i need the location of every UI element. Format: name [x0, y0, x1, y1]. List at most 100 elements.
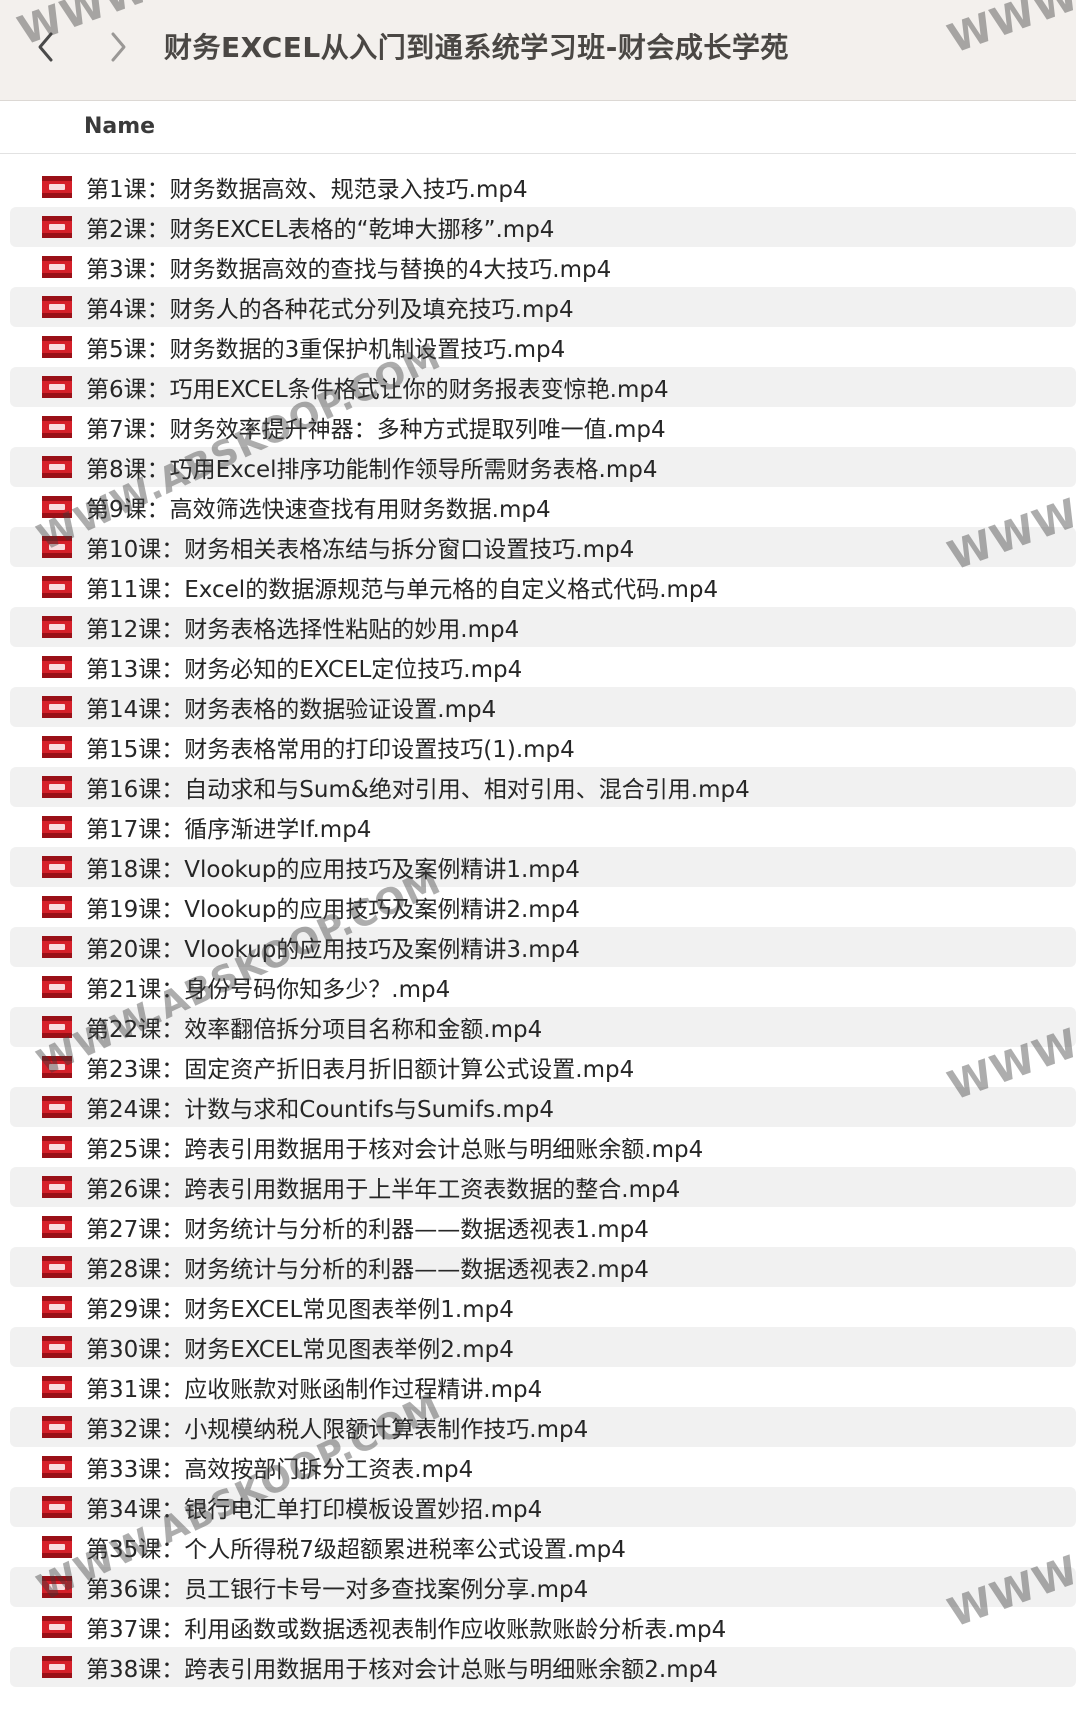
file-row[interactable]: 第32课：小规模纳税人限额计算表制作技巧.mp4	[10, 1407, 1076, 1447]
file-row[interactable]: 第26课：跨表引用数据用于上半年工资表数据的整合.mp4	[10, 1167, 1076, 1207]
column-header: Name	[0, 101, 1076, 154]
video-file-icon	[42, 856, 72, 878]
video-file-icon	[42, 1616, 72, 1638]
file-name: 第5课：财务数据的3重保护机制设置技巧.mp4	[86, 337, 566, 363]
file-row[interactable]: 第38课：跨表引用数据用于核对会计总账与明细账余额2.mp4	[10, 1647, 1076, 1687]
file-row[interactable]: 第21课：身份号码你知多少？.mp4	[10, 967, 1076, 1007]
video-file-icon	[42, 216, 72, 238]
file-row[interactable]: 第2课：财务EXCEL表格的“乾坤大挪移”.mp4	[10, 207, 1076, 247]
file-row[interactable]: 第5课：财务数据的3重保护机制设置技巧.mp4	[10, 327, 1076, 367]
video-file-icon	[42, 1456, 72, 1478]
file-row[interactable]: 第19课：Vlookup的应用技巧及案例精讲2.mp4	[10, 887, 1076, 927]
video-file-icon	[42, 496, 72, 518]
file-row[interactable]: 第29课：财务EXCEL常见图表举例1.mp4	[10, 1287, 1076, 1327]
video-file-icon	[42, 1536, 72, 1558]
file-name: 第26课：跨表引用数据用于上半年工资表数据的整合.mp4	[86, 1177, 681, 1203]
video-file-icon	[42, 1096, 72, 1118]
file-row[interactable]: 第14课：财务表格的数据验证设置.mp4	[10, 687, 1076, 727]
file-name: 第16课：自动求和与Sum&绝对引用、相对引用、混合引用.mp4	[86, 777, 750, 803]
file-name: 第33课：高效按部门拆分工资表.mp4	[86, 1457, 474, 1483]
file-name: 第8课：巧用Excel排序功能制作领导所需财务表格.mp4	[86, 457, 658, 483]
file-name: 第28课：财务统计与分析的利器——数据透视表2.mp4	[86, 1257, 649, 1283]
file-row[interactable]: 第20课：Vlookup的应用技巧及案例精讲3.mp4	[10, 927, 1076, 967]
video-file-icon	[42, 536, 72, 558]
name-column-header[interactable]: Name	[84, 114, 155, 139]
file-name: 第14课：财务表格的数据验证设置.mp4	[86, 697, 497, 723]
file-list: 第1课：财务数据高效、规范录入技巧.mp4 第2课：财务EXCEL表格的“乾坤大挪…	[0, 167, 1076, 1687]
video-file-icon	[42, 1496, 72, 1518]
file-name: 第1课：财务数据高效、规范录入技巧.mp4	[86, 177, 528, 203]
file-row[interactable]: 第13课：财务必知的EXCEL定位技巧.mp4	[10, 647, 1076, 687]
file-name: 第13课：财务必知的EXCEL定位技巧.mp4	[86, 657, 523, 683]
file-name: 第6课：巧用EXCEL条件格式让你的财务报表变惊艳.mp4	[86, 377, 669, 403]
file-name: 第10课：财务相关表格冻结与拆分窗口设置技巧.mp4	[86, 537, 635, 563]
file-name: 第31课：应收账款对账函制作过程精讲.mp4	[86, 1377, 543, 1403]
file-row[interactable]: 第8课：巧用Excel排序功能制作领导所需财务表格.mp4	[10, 447, 1076, 487]
file-row[interactable]: 第11课：Excel的数据源规范与单元格的自定义格式代码.mp4	[10, 567, 1076, 607]
video-file-icon	[42, 256, 72, 278]
video-file-icon	[42, 1376, 72, 1398]
video-file-icon	[42, 736, 72, 758]
video-file-icon	[42, 776, 72, 798]
video-file-icon	[42, 376, 72, 398]
video-file-icon	[42, 616, 72, 638]
file-name: 第35课：个人所得税7级超额累进税率公式设置.mp4	[86, 1537, 626, 1563]
file-row[interactable]: 第17课：循序渐进学If.mp4	[10, 807, 1076, 847]
chevron-left-icon	[38, 32, 53, 62]
video-file-icon	[42, 1216, 72, 1238]
video-file-icon	[42, 1296, 72, 1318]
video-file-icon	[42, 1176, 72, 1198]
video-file-icon	[42, 936, 72, 958]
file-name: 第34课：银行电汇单打印模板设置妙招.mp4	[86, 1497, 543, 1523]
file-name: 第27课：财务统计与分析的利器——数据透视表1.mp4	[86, 1217, 649, 1243]
file-row[interactable]: 第37课：利用函数或数据透视表制作应收账款账龄分析表.mp4	[10, 1607, 1076, 1647]
file-name: 第21课：身份号码你知多少？.mp4	[86, 977, 451, 1003]
file-name: 第25课：跨表引用数据用于核对会计总账与明细账余额.mp4	[86, 1137, 704, 1163]
file-row[interactable]: 第27课：财务统计与分析的利器——数据透视表1.mp4	[10, 1207, 1076, 1247]
file-row[interactable]: 第34课：银行电汇单打印模板设置妙招.mp4	[10, 1487, 1076, 1527]
file-name: 第32课：小规模纳税人限额计算表制作技巧.mp4	[86, 1417, 589, 1443]
file-row[interactable]: 第12课：财务表格选择性粘贴的妙用.mp4	[10, 607, 1076, 647]
file-name: 第37课：利用函数或数据透视表制作应收账款账龄分析表.mp4	[86, 1617, 727, 1643]
file-row[interactable]: 第18课：Vlookup的应用技巧及案例精讲1.mp4	[10, 847, 1076, 887]
file-row[interactable]: 第22课：效率翻倍拆分项目名称和金额.mp4	[10, 1007, 1076, 1047]
file-row[interactable]: 第4课：财务人的各种花式分列及填充技巧.mp4	[10, 287, 1076, 327]
file-row[interactable]: 第16课：自动求和与Sum&绝对引用、相对引用、混合引用.mp4	[10, 767, 1076, 807]
file-row[interactable]: 第35课：个人所得税7级超额累进税率公式设置.mp4	[10, 1527, 1076, 1567]
video-file-icon	[42, 976, 72, 998]
file-row[interactable]: 第7课：财务效率提升神器：多种方式提取列唯一值.mp4	[10, 407, 1076, 447]
file-name: 第4课：财务人的各种花式分列及填充技巧.mp4	[86, 297, 574, 323]
forward-button[interactable]	[100, 22, 136, 72]
file-name: 第18课：Vlookup的应用技巧及案例精讲1.mp4	[86, 857, 580, 883]
file-row[interactable]: 第3课：财务数据高效的查找与替换的4大技巧.mp4	[10, 247, 1076, 287]
file-name: 第24课：计数与求和Countifs与Sumifs.mp4	[86, 1097, 555, 1123]
file-name: 第19课：Vlookup的应用技巧及案例精讲2.mp4	[86, 897, 580, 923]
file-row[interactable]: 第23课：固定资产折旧表月折旧额计算公式设置.mp4	[10, 1047, 1076, 1087]
video-file-icon	[42, 416, 72, 438]
video-file-icon	[42, 1256, 72, 1278]
file-name: 第22课：效率翻倍拆分项目名称和金额.mp4	[86, 1017, 543, 1043]
file-name: 第36课：员工银行卡号一对多查找案例分享.mp4	[86, 1577, 589, 1603]
video-file-icon	[42, 1656, 72, 1678]
video-file-icon	[42, 896, 72, 918]
file-name: 第23课：固定资产折旧表月折旧额计算公式设置.mp4	[86, 1057, 635, 1083]
file-row[interactable]: 第9课：高效筛选快速查找有用财务数据.mp4	[10, 487, 1076, 527]
file-row[interactable]: 第36课：员工银行卡号一对多查找案例分享.mp4	[10, 1567, 1076, 1607]
video-file-icon	[42, 176, 72, 198]
video-file-icon	[42, 456, 72, 478]
file-row[interactable]: 第31课：应收账款对账函制作过程精讲.mp4	[10, 1367, 1076, 1407]
file-row[interactable]: 第6课：巧用EXCEL条件格式让你的财务报表变惊艳.mp4	[10, 367, 1076, 407]
video-file-icon	[42, 1016, 72, 1038]
video-file-icon	[42, 696, 72, 718]
file-row[interactable]: 第15课：财务表格常用的打印设置技巧(1).mp4	[10, 727, 1076, 767]
file-row[interactable]: 第1课：财务数据高效、规范录入技巧.mp4	[10, 167, 1076, 207]
file-row[interactable]: 第25课：跨表引用数据用于核对会计总账与明细账余额.mp4	[10, 1127, 1076, 1167]
back-button[interactable]	[28, 22, 64, 72]
file-row[interactable]: 第10课：财务相关表格冻结与拆分窗口设置技巧.mp4	[10, 527, 1076, 567]
file-row[interactable]: 第24课：计数与求和Countifs与Sumifs.mp4	[10, 1087, 1076, 1127]
file-row[interactable]: 第30课：财务EXCEL常见图表举例2.mp4	[10, 1327, 1076, 1367]
file-name: 第29课：财务EXCEL常见图表举例1.mp4	[86, 1297, 514, 1323]
file-name: 第12课：财务表格选择性粘贴的妙用.mp4	[86, 617, 520, 643]
file-row[interactable]: 第28课：财务统计与分析的利器——数据透视表2.mp4	[10, 1247, 1076, 1287]
file-row[interactable]: 第33课：高效按部门拆分工资表.mp4	[10, 1447, 1076, 1487]
